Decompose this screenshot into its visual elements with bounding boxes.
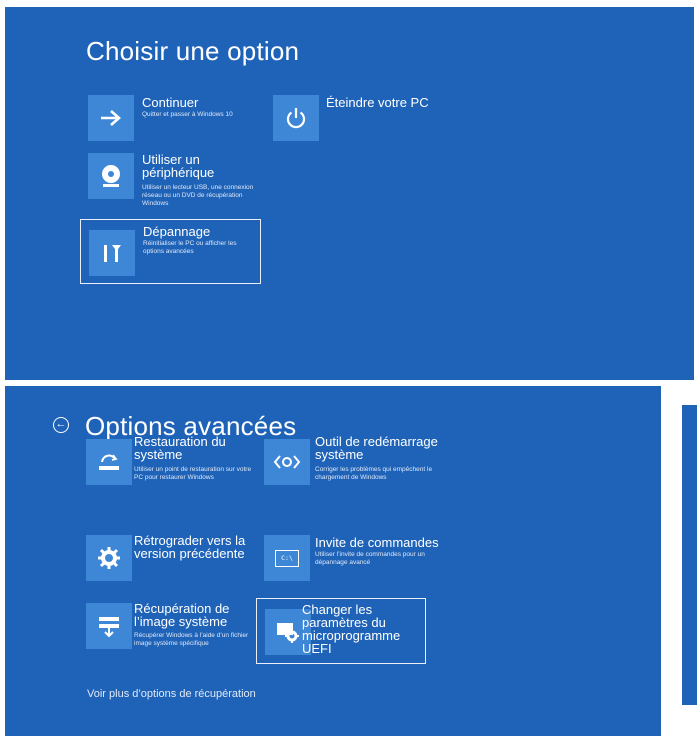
option-use-device[interactable]: Utiliser un périphérique Utiliser un lec… — [85, 147, 267, 213]
back-arrow-icon[interactable]: ← — [53, 417, 69, 433]
tools-icon — [89, 230, 135, 276]
option-desc: Quitter et passer à Windows 10 — [142, 111, 233, 118]
gear-icon — [86, 535, 132, 581]
option-system-restore[interactable]: Restauration du système Utiliser un poin… — [83, 433, 255, 507]
option-desc: Utiliser un lecteur USB, une connexion r… — [142, 184, 254, 207]
option-continue[interactable]: Continuer Quitter et passer à Windows 10 — [85, 90, 267, 146]
option-desc: Corriger les problèmes qui empêchent le … — [315, 466, 433, 481]
option-title: Éteindre votre PC — [326, 95, 429, 110]
option-command-prompt[interactable]: C:\ Invite de commandes Utiliser l’invit… — [259, 530, 445, 586]
option-title: Dépannage — [143, 224, 211, 239]
advanced-options-panel: ← Options avancées Restauration du systè… — [5, 386, 661, 736]
background-gap — [667, 386, 697, 405]
option-title: Changer les paramètres du microprogramme… — [302, 602, 401, 656]
option-title: Continuer — [142, 95, 199, 110]
choose-option-panel: Choisir une option Continuer Quitter et … — [5, 7, 694, 380]
command-prompt-icon: C:\ — [264, 535, 310, 581]
option-desc: Récupérer Windows à l’aide d’un fichier … — [134, 632, 249, 647]
option-desc: Utiliser l’invite de commandes pour un d… — [315, 551, 425, 566]
option-title: Rétrograder vers la version précédente — [134, 533, 246, 561]
arrow-right-icon — [88, 95, 134, 141]
image-recovery-icon — [86, 603, 132, 649]
option-desc: Réinitialiser le PC ou afficher les opti… — [143, 240, 237, 255]
page-title: Choisir une option — [86, 36, 300, 66]
option-title: Récupération de l’image système — [134, 601, 230, 629]
option-startup-repair[interactable]: Outil de redémarrage système Corriger le… — [259, 433, 445, 507]
option-shutdown[interactable]: Éteindre votre PC — [271, 90, 471, 146]
power-icon — [273, 95, 319, 141]
system-restore-icon — [86, 439, 132, 485]
option-system-image-recovery[interactable]: Récupération de l’image système Récupére… — [83, 598, 255, 664]
option-desc: Utiliser un point de restauration sur vo… — [134, 466, 252, 481]
option-troubleshoot[interactable]: Dépannage Réinitialiser le PC ou affiche… — [80, 219, 261, 284]
startup-repair-icon — [264, 439, 310, 485]
more-recovery-options-link[interactable]: Voir plus d’options de récupération — [87, 688, 256, 700]
option-title: Restauration du système — [134, 434, 226, 462]
option-go-back-version[interactable]: Rétrograder vers la version précédente — [83, 530, 255, 586]
cmd-window-icon: C:\ — [275, 549, 299, 567]
option-title: Invite de commandes — [315, 535, 439, 550]
disc-icon — [88, 153, 134, 199]
option-title: Utiliser un périphérique — [142, 152, 215, 180]
option-uefi-settings[interactable]: Changer les paramètres du microprogramme… — [256, 598, 426, 664]
option-title: Outil de redémarrage système — [315, 434, 438, 462]
side-panel-fragment — [682, 405, 697, 705]
